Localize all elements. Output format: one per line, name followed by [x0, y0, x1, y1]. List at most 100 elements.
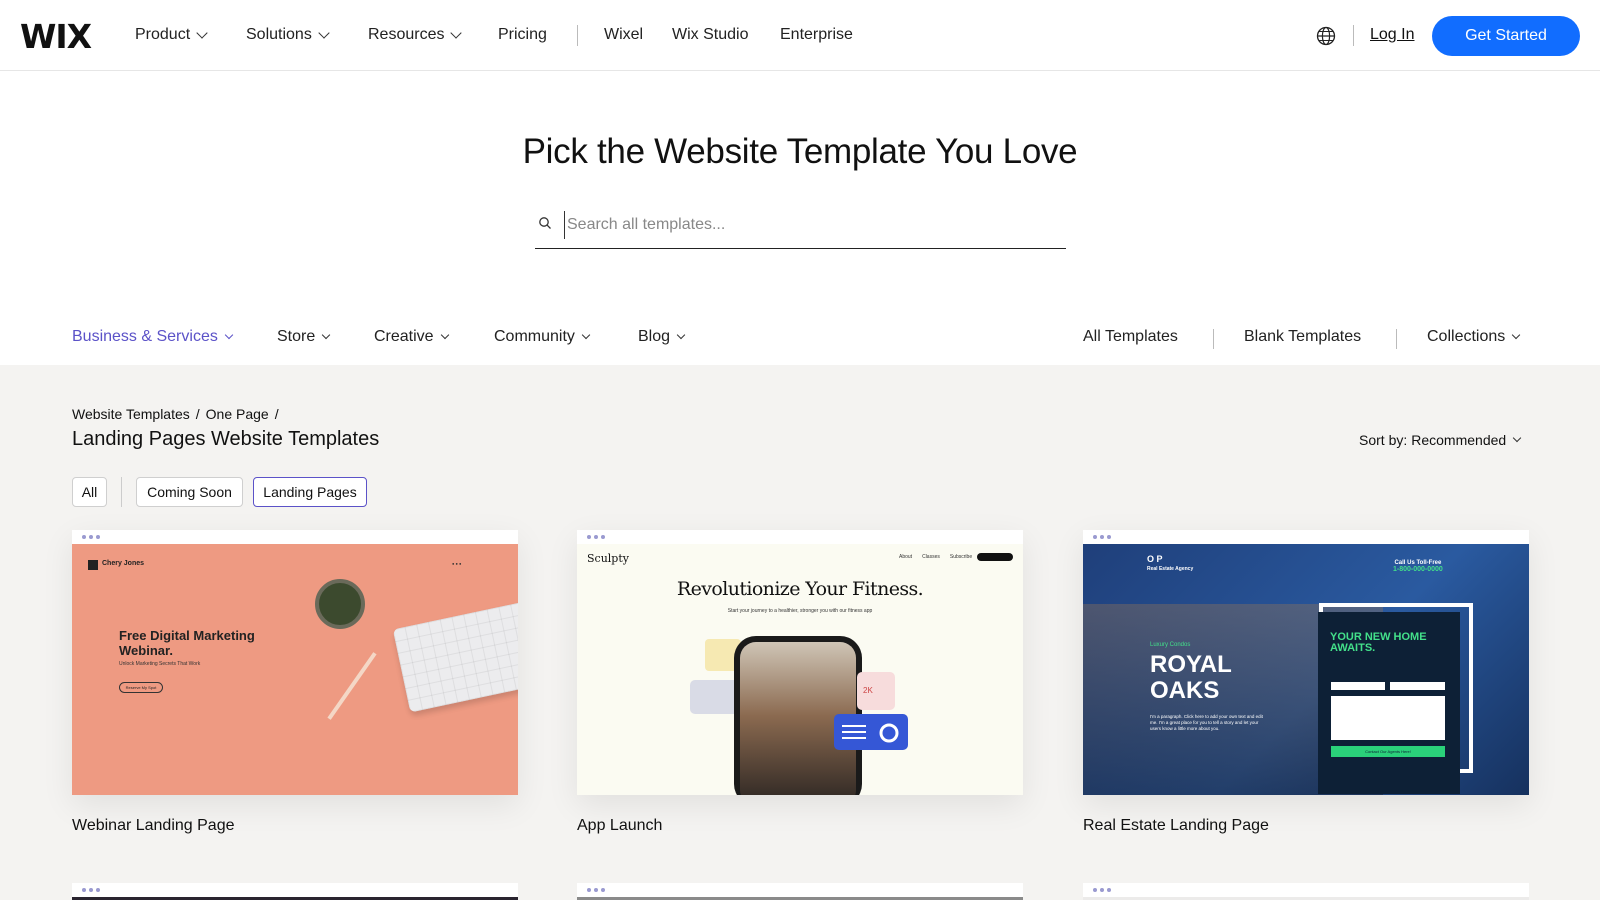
get-started-button[interactable]: Get Started	[1432, 16, 1580, 56]
chevron-down-icon	[318, 26, 330, 39]
search-input[interactable]	[564, 211, 1044, 239]
collections-dropdown[interactable]: Collections	[1427, 328, 1521, 346]
preview-form-field	[1390, 682, 1445, 690]
keyboard-image	[392, 600, 518, 713]
chevron-down-icon	[196, 26, 208, 39]
breadcrumb-one-page[interactable]: One Page	[206, 406, 269, 422]
header-divider	[1353, 25, 1354, 46]
template-card-real-estate[interactable]: O P Real Estate Agency Call Us Toll-Free…	[1083, 530, 1529, 795]
preview-logo-mark	[88, 560, 98, 570]
preview-nav-button	[977, 553, 1013, 561]
browser-dots-icon	[82, 535, 100, 539]
template-gallery: Website Templates / One Page / Landing P…	[0, 365, 1600, 900]
template-title[interactable]: Real Estate Landing Page	[1083, 817, 1269, 835]
nav-wixel[interactable]: Wixel	[604, 26, 643, 44]
filter-all[interactable]: All	[72, 477, 107, 507]
preview-call: Call Us Toll-Free 1-800-000-0000	[1393, 560, 1443, 573]
nav-enterprise[interactable]: Enterprise	[780, 26, 853, 44]
preview-brand: Sculpty	[587, 552, 629, 565]
category-label: All Templates	[1083, 328, 1178, 345]
nav-product[interactable]: Product	[135, 26, 208, 44]
login-link[interactable]: Log In	[1370, 26, 1414, 44]
globe-icon[interactable]	[1316, 26, 1336, 46]
wix-logo[interactable]: WIX	[20, 17, 92, 56]
category-divider	[1213, 329, 1214, 349]
filter-landing-pages[interactable]: Landing Pages	[253, 477, 367, 507]
template-card[interactable]	[1083, 883, 1529, 900]
browser-dots-icon	[82, 888, 100, 892]
preview-form-title: YOUR NEW HOME AWAITS.	[1330, 631, 1427, 654]
search-icon	[539, 217, 551, 229]
chevron-down-icon	[1512, 330, 1521, 339]
preview-paragraph: I'm a paragraph. Click here to add your …	[1150, 714, 1263, 731]
preview-button: Reserve My Spot	[119, 682, 163, 693]
category-label: Blank Templates	[1244, 328, 1362, 345]
nav-label: Enterprise	[780, 26, 853, 43]
preview-logo-mark: O P	[1147, 554, 1163, 564]
template-preview: O P Real Estate Agency Call Us Toll-Free…	[1083, 544, 1529, 795]
category-label: Collections	[1427, 328, 1506, 345]
nav-label: Pricing	[498, 26, 547, 43]
preview-nav-item: Subscribe	[949, 554, 973, 560]
template-card-webinar[interactable]: Chery Jones ● ● ● Free Digital Marketing…	[72, 530, 518, 795]
page-headline: Pick the Website Template You Love	[522, 132, 1078, 171]
category-bar: Business & Services Store Creative Commu…	[0, 315, 1600, 365]
breadcrumb-website-templates[interactable]: Website Templates	[72, 406, 190, 422]
preview-submit-button: Contact Our Agents Here!	[1331, 746, 1445, 757]
preview-subtitle: Start your journey to a healthier, stron…	[727, 608, 873, 614]
sort-label: Sort by:	[1359, 432, 1408, 448]
preview-form-message	[1331, 696, 1445, 740]
nav-label: Resources	[368, 26, 445, 43]
chevron-down-icon	[676, 330, 686, 339]
browser-dots-icon	[587, 888, 605, 892]
sort-dropdown[interactable]: Sort by: Recommended	[1359, 432, 1522, 448]
category-label: Business & Services	[72, 328, 218, 345]
top-navigation: WIX Product Solutions Resources Pricing …	[0, 0, 1600, 71]
filter-coming-soon[interactable]: Coming Soon	[136, 477, 243, 507]
chevron-down-icon	[450, 26, 463, 39]
nav-pricing[interactable]: Pricing	[498, 26, 547, 44]
preview-social-icons: ● ● ●	[452, 561, 462, 566]
template-title[interactable]: App Launch	[577, 817, 662, 835]
breadcrumb: Website Templates / One Page /	[72, 406, 279, 422]
template-title[interactable]: Webinar Landing Page	[72, 817, 235, 835]
category-label: Blog	[638, 328, 671, 345]
browser-dots-icon	[1093, 535, 1111, 539]
preview-nav-item: Classes	[922, 554, 940, 560]
preview-widget	[834, 714, 908, 750]
template-card-app-launch[interactable]: Sculpty About Classes Subscribe Revoluti…	[577, 530, 1023, 795]
preview-subtitle: Unlock Marketing Secrets That Work	[119, 661, 201, 667]
preview-headline: Free Digital Marketing Webinar.	[119, 628, 255, 658]
preview-phone: 1-800-000-0000	[1393, 566, 1443, 573]
category-blog[interactable]: Blog	[638, 328, 686, 346]
chevron-down-icon	[440, 330, 449, 339]
preview-agency: Real Estate Agency	[1147, 566, 1194, 572]
category-creative[interactable]: Creative	[374, 328, 449, 346]
nav-label: Solutions	[246, 26, 312, 43]
plant-image	[315, 579, 365, 629]
preview-nav-item: About	[899, 554, 913, 560]
nav-solutions[interactable]: Solutions	[246, 26, 330, 44]
category-business-services[interactable]: Business & Services	[72, 328, 234, 346]
ring-icon	[879, 723, 899, 743]
nav-label: Wixel	[604, 26, 644, 43]
app-launch-preview: Sculpty About Classes Subscribe Revoluti…	[577, 544, 1023, 795]
all-templates-link[interactable]: All Templates	[1083, 328, 1178, 346]
nav-wix-studio[interactable]: Wix Studio	[672, 26, 748, 44]
template-card[interactable]	[577, 883, 1023, 900]
category-store[interactable]: Store	[277, 328, 331, 346]
chevron-down-icon	[224, 330, 234, 339]
nav-resources[interactable]: Resources	[368, 26, 463, 44]
template-card[interactable]	[72, 883, 518, 900]
category-community[interactable]: Community	[494, 328, 591, 346]
nav-label: Wix Studio	[672, 26, 749, 43]
category-divider	[1396, 329, 1397, 349]
nav-divider	[577, 25, 578, 46]
blank-templates-link[interactable]: Blank Templates	[1244, 328, 1361, 346]
preview-eyebrow: Luxury Condos	[1150, 642, 1191, 648]
template-preview: Sculpty About Classes Subscribe Revoluti…	[577, 544, 1023, 795]
preview-stat: 2K	[863, 686, 873, 695]
browser-dots-icon	[587, 535, 605, 539]
chevron-down-icon	[581, 330, 591, 339]
preview-logo: O P Real Estate Agency	[1147, 554, 1193, 574]
